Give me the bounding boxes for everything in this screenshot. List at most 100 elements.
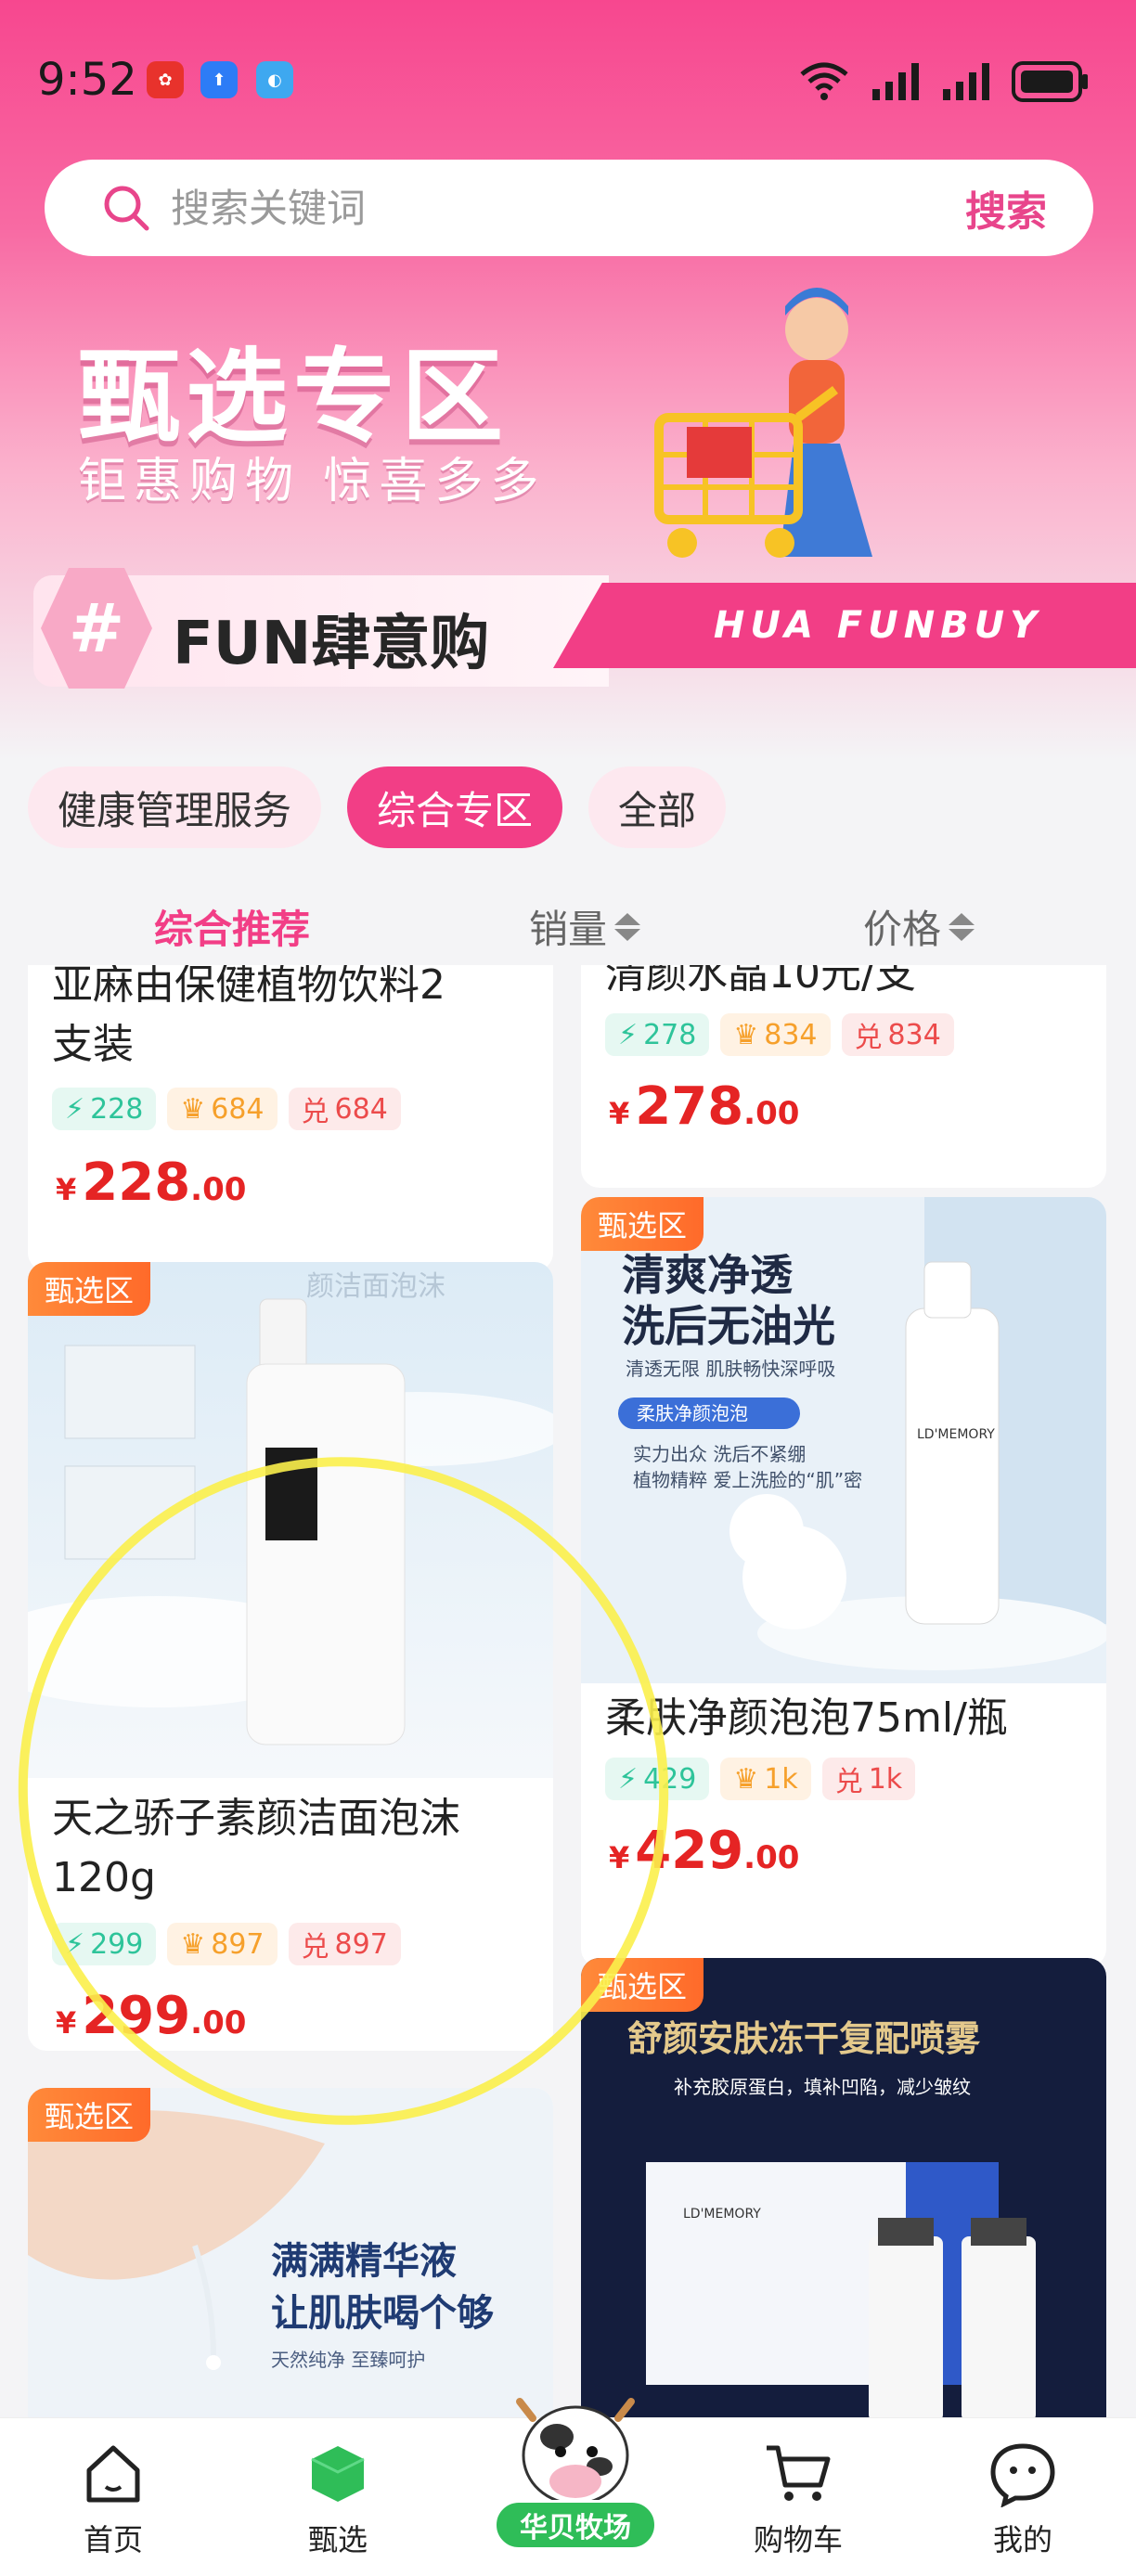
image-pill: 柔肤净颜泡泡 (637, 1402, 748, 1424)
search-bar[interactable]: 搜索 (45, 160, 1093, 256)
tab-select[interactable]: 甄选 (264, 2437, 412, 2559)
search-button[interactable]: 搜索 (965, 178, 1047, 238)
wifi-icon (800, 62, 848, 100)
lightning-icon: ⚡ (65, 1927, 85, 1961)
crown-icon: ♛ (180, 1092, 206, 1126)
banner-subtitle: 钜惠购物 惊喜多多 (78, 454, 547, 509)
signal-icon-2 (943, 63, 989, 100)
product-grid: 亚麻由保健植物饮料2 支装 ⚡ 228 ♛ 684 兑 684 ¥228.00 清颜水… (0, 965, 1136, 2417)
product-title-line1: 清颜水晶10元/支 (605, 965, 916, 998)
product-price: ¥429.00 (609, 1821, 799, 1881)
sort-sales[interactable]: 销量 (529, 898, 641, 955)
currency-symbol: ¥ (609, 1096, 630, 1131)
bottom-tab-bar: 首页 甄选 华贝牧场 购物车 我的 (0, 2398, 1136, 2576)
crown-value: 684 (211, 1092, 265, 1126)
image-headline-1: 舒颜安肤冻干复配喷雾 (627, 2018, 981, 2059)
status-bar: 9:52 ✿ ⬆ ◐ (0, 0, 1136, 167)
product-card[interactable]: 亚麻由保健植物饮料2 支装 ⚡ 228 ♛ 684 兑 684 ¥228.00 (28, 965, 553, 1271)
tab-farm[interactable]: 华贝牧场 (483, 2381, 668, 2567)
flash-badge: ⚡ 278 (605, 1013, 710, 1056)
flash-badge: ⚡ 299 (52, 1923, 157, 1965)
redeem-value: 1k (868, 1762, 903, 1796)
sort-recommend[interactable]: 综合推荐 (154, 898, 310, 955)
fun-english-label: HUA FUNBUY (713, 604, 1043, 647)
price-decimal: .00 (743, 1839, 800, 1876)
zone-tag: 甄选区 (581, 1197, 704, 1251)
signal-icon (872, 63, 919, 100)
crown-icon: ♛ (180, 1927, 206, 1961)
price-integer: 299 (82, 1986, 191, 2046)
redeem-icon: 兑 (834, 1766, 863, 1798)
crown-icon: ♛ (733, 1018, 759, 1051)
image-subtitle: 补充胶原蛋白，填补凹陷，减少皱纹 (674, 2076, 971, 2098)
crown-badge: ♛ 1k (720, 1758, 811, 1800)
chip-health-service[interactable]: 健康管理服务 (28, 766, 322, 848)
crown-badge: ♛ 897 (167, 1923, 278, 1965)
tab-mine-label: 我的 (992, 2522, 1052, 2557)
currency-symbol: ¥ (609, 1840, 630, 1875)
redeem-value: 897 (334, 1927, 388, 1961)
product-card[interactable]: 舒颜安肤冻干复配喷雾 补充胶原蛋白，填补凹陷，减少皱纹 LD'MEMORY 甄选… (581, 1958, 1106, 2417)
chip-all[interactable]: 全部 (588, 766, 727, 848)
product-title-line1: 柔肤净颜泡泡75ml/瓶 (605, 1694, 1008, 1742)
sort-arrows-icon (949, 912, 975, 941)
cube-icon (301, 2437, 375, 2511)
fun-label: FUN肆意购 (173, 610, 490, 678)
image-headline-2: 让肌肤喝个够 (271, 2292, 494, 2335)
flash-value: 429 (643, 1762, 697, 1796)
redeem-badge: 兑 897 (288, 1923, 401, 1965)
chip-general-zone[interactable]: 综合专区 (347, 766, 563, 848)
tab-select-label: 甄选 (307, 2522, 368, 2557)
search-input[interactable] (171, 185, 932, 231)
redeem-badge: 兑 684 (288, 1088, 401, 1130)
sort-sales-label: 销量 (529, 907, 608, 952)
image-brand: LD'MEMORY (683, 2207, 761, 2222)
status-time: 9:52 (37, 54, 137, 106)
crown-icon: ♛ (733, 1762, 759, 1796)
tab-home[interactable]: 首页 (39, 2437, 187, 2559)
battery-icon (1012, 61, 1088, 102)
redeem-icon: 兑 (301, 1096, 329, 1128)
tab-mine[interactable]: 我的 (949, 2437, 1097, 2559)
product-card[interactable]: 满满精华液 让肌肤喝个够 天然纯净 至臻呵护 甄选区 (28, 2088, 553, 2417)
price-integer: 278 (635, 1076, 744, 1137)
tab-home-label: 首页 (83, 2522, 143, 2557)
product-price: ¥228.00 (56, 1153, 246, 1213)
search-icon (104, 186, 149, 231)
image-subtitle: 清透无限 肌肤畅快深呼吸 (626, 1358, 835, 1380)
browser-icon: ◐ (256, 61, 293, 98)
image-caption: 颜洁面泡沫 (306, 1270, 445, 1303)
price-decimal: .00 (190, 2004, 247, 2041)
tab-farm-label: 华贝牧场 (494, 2500, 657, 2550)
zone-tag: 甄选区 (28, 1262, 151, 1316)
sort-bar: 综合推荐 销量 价格 (0, 882, 1136, 965)
promo-banner[interactable]: 甄选专区 钜惠购物 惊喜多多 HUA FUNBUY # FUN肆意购 (0, 269, 1136, 705)
lightning-icon: ⚡ (618, 1762, 639, 1796)
price-decimal: .00 (190, 1171, 247, 1208)
sort-recommend-label: 综合推荐 (154, 907, 311, 952)
redeem-badge: 兑 834 (841, 1013, 954, 1056)
tab-cart[interactable]: 购物车 (724, 2437, 872, 2559)
category-chips: 健康管理服务 综合专区 全部 (28, 766, 727, 848)
price-decimal: .00 (743, 1095, 800, 1132)
product-badges: ⚡ 228 ♛ 684 兑 684 (52, 1088, 401, 1130)
flash-value: 278 (643, 1018, 697, 1051)
product-card[interactable]: 清爽净透 洗后无油光 清透无限 肌肤畅快深呼吸 柔肤净颜泡泡 实力出众 洗后不紧… (581, 1197, 1106, 1967)
huawei-icon: ✿ (147, 61, 184, 98)
product-image: 清爽净透 洗后无油光 清透无限 肌肤畅快深呼吸 柔肤净颜泡泡 实力出众 洗后不紧… (581, 1197, 1106, 1683)
product-badges: ⚡ 278 ♛ 834 兑 834 (605, 1013, 954, 1056)
image-note-2: 植物精粹 爱上洗脸的“肌”密 (633, 1469, 862, 1491)
product-title: 亚麻由保健植物饮料2 支装 (52, 965, 535, 1075)
image-note-1: 实力出众 洗后不紧绷 (633, 1443, 806, 1465)
product-title: 清颜水晶10元/支 (605, 965, 1088, 1004)
product-image: 舒颜安肤冻干复配喷雾 补充胶原蛋白，填补凹陷，减少皱纹 LD'MEMORY (581, 1958, 1106, 2417)
product-image: 颜洁面泡沫 (28, 1262, 553, 1778)
product-card[interactable]: 清颜水晶10元/支 ⚡ 278 ♛ 834 兑 834 ¥278.00 (581, 965, 1106, 1188)
product-card[interactable]: 颜洁面泡沫 甄选区 天之骄子素颜洁面泡沫 120g ⚡ 299 ♛ 897 兑 897… (28, 1262, 553, 2051)
image-brand: LD'MEMORY (917, 1427, 995, 1442)
sort-price[interactable]: 价格 (863, 898, 975, 955)
product-title-line1: 天之骄子素颜洁面泡沫 (52, 1795, 460, 1842)
redeem-icon: 兑 (301, 1931, 329, 1964)
upload-icon: ⬆ (200, 61, 238, 98)
crown-badge: ♛ 684 (167, 1088, 278, 1130)
